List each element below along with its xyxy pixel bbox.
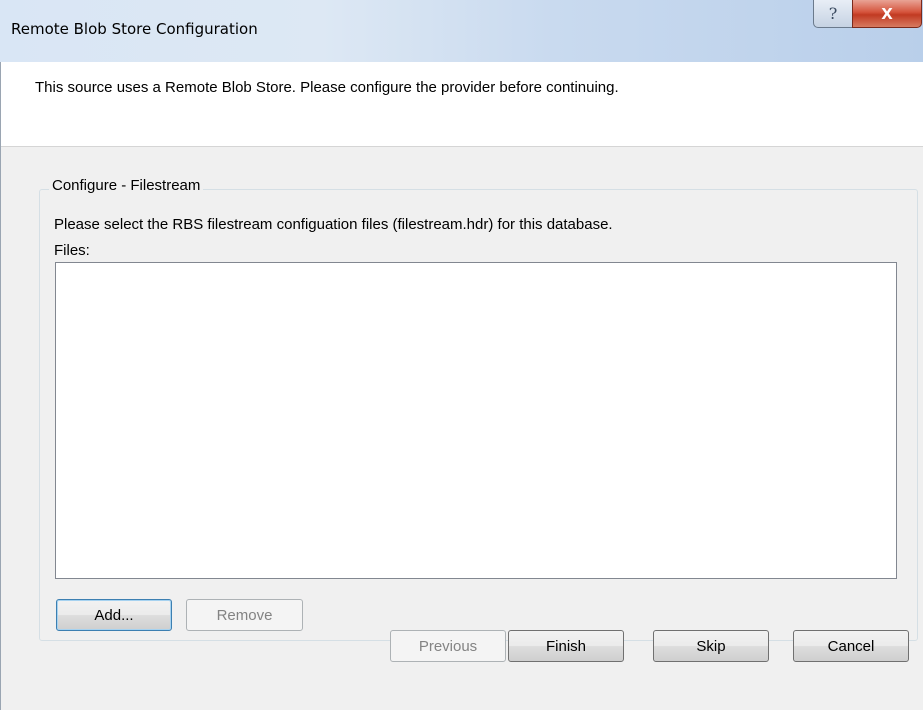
previous-button[interactable]: Previous [390,630,506,662]
help-button[interactable]: ? [813,0,853,28]
title-bar: Remote Blob Store Configuration ? X [0,0,923,62]
close-icon: X [881,4,893,23]
dialog-body: This source uses a Remote Blob Store. Pl… [0,62,923,710]
files-list[interactable] [55,262,897,579]
finish-button[interactable]: Finish [508,630,624,662]
close-button[interactable]: X [852,0,922,28]
files-label: Files: [54,242,90,259]
window-title: Remote Blob Store Configuration [11,20,258,38]
group-title: Configure - Filestream [49,177,204,194]
remove-button[interactable]: Remove [186,599,303,631]
instructions-text: Please select the RBS filestream configu… [54,216,613,233]
skip-button[interactable]: Skip [653,630,769,662]
add-button[interactable]: Add... [56,599,172,631]
header-panel: This source uses a Remote Blob Store. Pl… [1,62,923,147]
cancel-button[interactable]: Cancel [793,630,909,662]
intro-message: This source uses a Remote Blob Store. Pl… [35,79,619,96]
help-icon: ? [828,4,838,23]
